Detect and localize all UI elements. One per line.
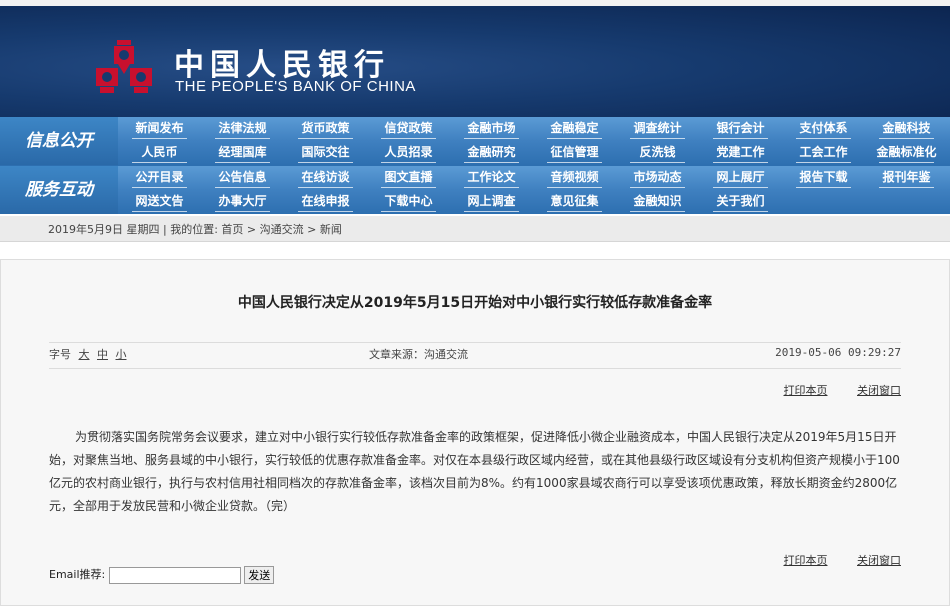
nav-row: 公开目录 公告信息 在线访谈 图文直播 工作论文 音频视频 市场动态 网上展厅 报告下载 报刊年鉴 [118, 166, 950, 190]
breadcrumb-news[interactable]: 新闻 [320, 223, 342, 236]
site-header: 中国人民银行 THE PEOPLE'S BANK OF CHINA [0, 6, 950, 117]
nav-item[interactable]: 报刊年鉴 [865, 166, 948, 190]
nav-item[interactable]: 在线申报 [284, 190, 367, 214]
location-prefix: 我的位置: [170, 223, 218, 236]
article-title: 中国人民银行决定从2019年5月15日开始对中小银行实行较低存款准备金率 [237, 295, 713, 311]
nav-row: 新闻发布 法律法规 货币政策 信贷政策 金融市场 金融稳定 调查统计 银行会计 支付体系 金融科技 [118, 117, 950, 141]
nav-item[interactable]: 工作论文 [450, 166, 533, 190]
email-recommend: Email推荐: 发送 [49, 566, 275, 584]
nav-item[interactable]: 办事大厅 [201, 190, 284, 214]
nav-item[interactable]: 金融标准化 [865, 141, 948, 165]
nav-item[interactable]: 征信管理 [533, 141, 616, 165]
nav-item[interactable]: 国际交往 [284, 141, 367, 165]
print-link[interactable]: 打印本页 [784, 554, 828, 567]
logo-english: THE PEOPLE'S BANK OF CHINA [175, 78, 416, 95]
close-window-link[interactable]: 关闭窗口 [857, 554, 901, 567]
nav-group-1: 服务互动 公开目录 公告信息 在线访谈 图文直播 工作论文 音频视频 市场动态 网上展厅 报告下载… [0, 166, 950, 214]
nav-group-title: 服务互动 [0, 166, 119, 214]
font-size-medium[interactable]: 中 [97, 348, 108, 361]
nav-item[interactable]: 银行会计 [699, 117, 782, 141]
breadcrumb-communication[interactable]: 沟通交流 [260, 223, 304, 236]
nav-item[interactable]: 调查统计 [616, 117, 699, 141]
nav-item[interactable]: 网上调查 [450, 190, 533, 214]
font-size-control: 字号 大 中 小 [49, 346, 127, 362]
nav-item[interactable]: 报告下载 [782, 166, 865, 190]
nav-group-title: 信息公开 [0, 117, 119, 165]
nav-item[interactable]: 公开目录 [118, 166, 201, 190]
nav-item[interactable]: 党建工作 [699, 141, 782, 165]
nav-item[interactable]: 金融研究 [450, 141, 533, 165]
nav-item[interactable]: 音频视频 [533, 166, 616, 190]
article-panel: 中国人民银行决定从2019年5月15日开始对中小银行实行较低存款准备金率 字号 … [0, 259, 950, 606]
article-body: 为贯彻落实国务院常务会议要求，建立对中小银行实行较低存款准备金率的政策框架，促进… [49, 430, 900, 513]
top-actions: 打印本页 关闭窗口 [758, 382, 902, 398]
nav-item[interactable]: 下载中心 [367, 190, 450, 214]
divider [49, 368, 901, 369]
nav-item[interactable]: 关于我们 [699, 190, 782, 214]
main-navigation: 信息公开 新闻发布 法律法规 货币政策 信贷政策 金融市场 金融稳定 调查统计 银行会计 支付体系… [0, 117, 950, 214]
bottom-actions: 打印本页 关闭窗口 [758, 552, 902, 568]
nav-item[interactable]: 市场动态 [616, 166, 699, 190]
nav-item[interactable]: 经理国库 [201, 141, 284, 165]
send-button[interactable]: 发送 [244, 566, 275, 584]
nav-item[interactable]: 工会工作 [782, 141, 865, 165]
nav-item[interactable]: 网送文告 [118, 190, 201, 214]
divider [49, 342, 901, 343]
article-source: 文章来源：沟通交流 [369, 348, 468, 361]
font-size-large[interactable]: 大 [79, 348, 90, 361]
nav-item[interactable]: 金融知识 [616, 190, 699, 214]
current-date: 2019年5月9日 星期四 [48, 223, 160, 236]
nav-item[interactable]: 金融稳定 [533, 117, 616, 141]
nav-item[interactable]: 公告信息 [201, 166, 284, 190]
nav-item[interactable]: 货币政策 [284, 117, 367, 141]
nav-item[interactable]: 意见征集 [533, 190, 616, 214]
nav-item[interactable]: 法律法规 [201, 117, 284, 141]
nav-item[interactable]: 人民币 [118, 141, 201, 165]
article-date: 2019-05-06 09:29:27 [775, 346, 901, 359]
nav-item[interactable]: 人员招录 [367, 141, 450, 165]
breadcrumb-home[interactable]: 首页 [221, 223, 243, 236]
nav-row: 网送文告 办事大厅 在线申报 下载中心 网上调查 意见征集 金融知识 关于我们 [118, 190, 950, 214]
nav-item[interactable]: 图文直播 [367, 166, 450, 190]
nav-group-0: 信息公开 新闻发布 法律法规 货币政策 信贷政策 金融市场 金融稳定 调查统计 银行会计 支付体系… [0, 117, 950, 165]
nav-item[interactable]: 在线访谈 [284, 166, 367, 190]
email-label: Email推荐: [49, 568, 106, 581]
nav-item[interactable]: 网上展厅 [699, 166, 782, 190]
nav-item[interactable]: 反洗钱 [616, 141, 699, 165]
nav-item[interactable]: 金融科技 [865, 117, 948, 141]
nav-item[interactable]: 信贷政策 [367, 117, 450, 141]
nav-row: 人民币 经理国库 国际交往 人员招录 金融研究 征信管理 反洗钱 党建工作 工会工作 金融标准化 [118, 141, 950, 165]
breadcrumb: 2019年5月9日 星期四 | 我的位置: 首页 > 沟通交流 > 新闻 [0, 216, 950, 242]
close-window-link[interactable]: 关闭窗口 [857, 384, 901, 397]
article-meta: 字号 大 中 小 文章来源：沟通交流 2019-05-06 09:29:27 [49, 346, 901, 364]
nav-item[interactable]: 新闻发布 [118, 117, 201, 141]
font-size-label: 字号 [49, 348, 71, 361]
pboc-emblem-icon [96, 40, 152, 93]
nav-item[interactable]: 支付体系 [782, 117, 865, 141]
font-size-small[interactable]: 小 [116, 348, 127, 361]
print-link[interactable]: 打印本页 [784, 384, 828, 397]
email-field[interactable] [108, 566, 241, 584]
nav-item[interactable]: 金融市场 [450, 117, 533, 141]
